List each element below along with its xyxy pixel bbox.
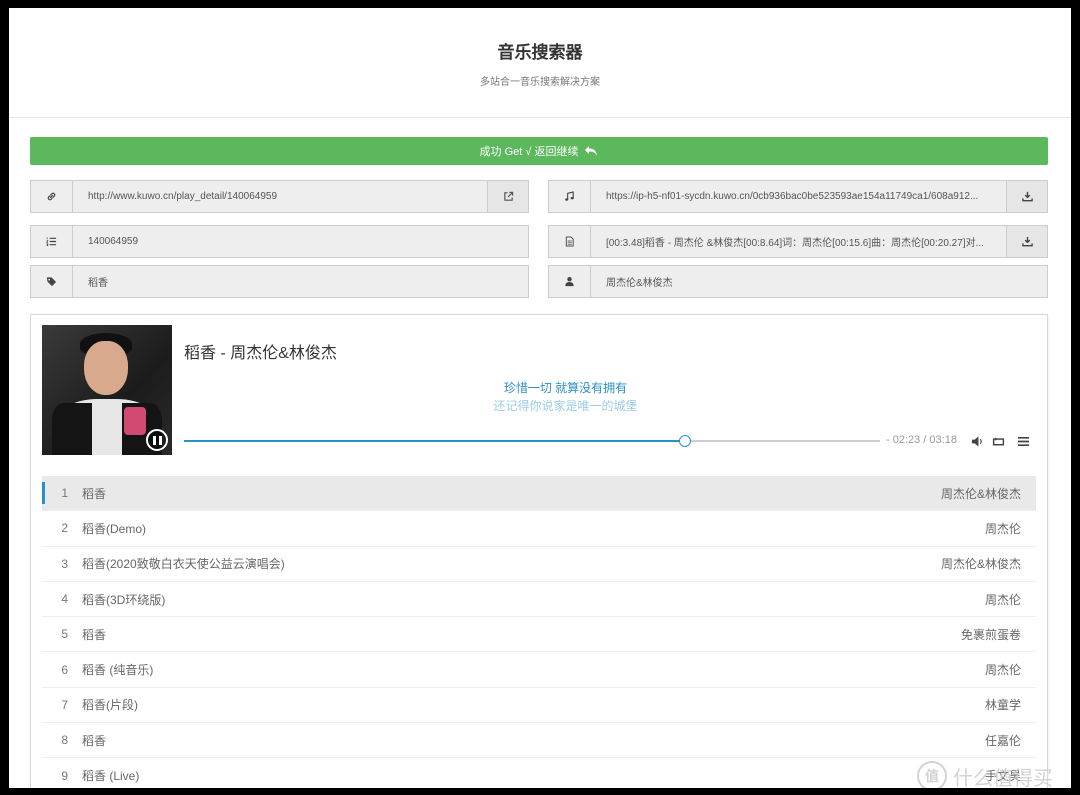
track-name: 稻香 (纯音乐) <box>82 663 154 678</box>
link-field: http://www.kuwo.cn/play_detail/140064959 <box>30 180 529 213</box>
watermark-logo: 值 <box>917 761 947 788</box>
playlist-row[interactable]: 4 稻香(3D环绕版) 周杰伦 <box>42 582 1036 618</box>
music-url-value[interactable]: https://ip-h5-nf01-sycdn.kuwo.cn/0cb936b… <box>591 181 1006 212</box>
success-label: 成功 Get √ 返回继续 <box>479 146 579 158</box>
song-id-field: 140064959 <box>30 225 529 258</box>
track-number: 4 <box>61 592 68 607</box>
open-link-button[interactable] <box>487 181 528 212</box>
now-playing-title: 稻香 - 周杰伦&林俊杰 <box>184 345 337 362</box>
track-artist: 林童学 <box>984 698 1021 713</box>
success-back-button[interactable]: 成功 Get √ 返回继续 <box>30 137 1048 165</box>
download-icon <box>1021 236 1033 247</box>
watermark: 值 什么值得买 <box>917 761 1071 788</box>
music-note-icon <box>549 181 591 212</box>
link-value[interactable]: http://www.kuwo.cn/play_detail/140064959 <box>73 181 487 212</box>
playlist-row[interactable]: 1 稻香 周杰伦&林俊杰 <box>42 476 1036 512</box>
music-player: 稻香 - 周杰伦&林俊杰 珍惜一切 就算没有拥有 还记得你说家是唯一的城堡 - … <box>30 314 1048 788</box>
song-name-value[interactable]: 稻香 <box>73 266 528 297</box>
page: 音乐搜索器 多站合一音乐搜索解决方案 成功 Get √ 返回继续 http://… <box>9 8 1071 788</box>
track-number: 8 <box>61 733 68 748</box>
song-id-value[interactable]: 140064959 <box>73 226 528 257</box>
menu-icon <box>1017 436 1029 446</box>
playlist-row[interactable]: 6 稻香 (纯音乐) 周杰伦 <box>42 652 1036 688</box>
track-name: 稻香 (Live) <box>82 769 140 784</box>
loop-icon <box>992 436 1004 445</box>
progress-fill <box>184 440 686 442</box>
download-lyrics-button[interactable] <box>1006 226 1047 257</box>
track-artist: 周杰伦 <box>984 521 1021 536</box>
playlist: 1 稻香 周杰伦&林俊杰 2 稻香(Demo) 周杰伦 3 稻香(2020致敬白衣天使公益云演… <box>42 476 1036 788</box>
download-icon <box>1021 191 1033 202</box>
track-number: 3 <box>61 556 68 571</box>
playlist-row[interactable]: 3 稻香(2020致敬白衣天使公益云演唱会) 周杰伦&林俊杰 <box>42 547 1036 582</box>
track-name: 稻香(片段) <box>82 698 138 713</box>
track-artist: 周杰伦&林俊杰 <box>940 486 1021 501</box>
track-name: 稻香 <box>82 486 107 501</box>
list-ol-icon <box>31 226 73 257</box>
artist-value[interactable]: 周杰伦&林俊杰 <box>591 266 1047 297</box>
link-icon <box>31 181 73 212</box>
lyrics-field: [00:3.48]稻香 - 周杰伦 &林俊杰[00:8.64]词：周杰伦[00:… <box>548 225 1048 258</box>
playlist-row[interactable]: 7 稻香(片段) 林童学 <box>42 688 1036 724</box>
track-artist: 周杰伦 <box>984 663 1021 678</box>
file-text-icon <box>549 226 591 257</box>
track-number: 7 <box>61 697 68 712</box>
lyric-current-line: 珍惜一切 就算没有拥有 <box>503 381 628 395</box>
page-subtitle: 多站合一音乐搜索解决方案 <box>480 77 600 88</box>
track-number: 9 <box>61 768 68 783</box>
track-name: 稻香(3D环绕版) <box>82 592 166 607</box>
track-name: 稻香(Demo) <box>82 521 147 536</box>
download-music-button[interactable] <box>1006 181 1047 212</box>
song-name-field: 稻香 <box>30 265 529 298</box>
track-artist: 周杰伦&林俊杰 <box>940 557 1021 572</box>
loop-button[interactable] <box>990 434 1006 448</box>
reply-arrow-icon <box>585 146 598 156</box>
progress-bar[interactable] <box>184 435 880 447</box>
track-number: 1 <box>61 486 68 501</box>
artist-field: 周杰伦&林俊杰 <box>548 265 1048 298</box>
volume-icon <box>971 435 982 447</box>
lyric-next-line: 还记得你说家是唯一的城堡 <box>493 399 638 413</box>
track-name: 稻香(2020致敬白衣天使公益云演唱会) <box>82 557 285 572</box>
track-number: 5 <box>61 627 68 642</box>
playlist-row[interactable]: 2 稻香(Demo) 周杰伦 <box>42 511 1036 547</box>
user-icon <box>549 266 591 297</box>
header: 音乐搜索器 多站合一音乐搜索解决方案 <box>9 8 1071 118</box>
volume-button[interactable] <box>970 434 984 448</box>
track-artist: 任嘉伦 <box>984 733 1021 748</box>
track-artist: 周杰伦 <box>984 592 1021 607</box>
track-number: 6 <box>61 662 68 677</box>
external-link-icon <box>503 191 513 201</box>
lyrics-value[interactable]: [00:3.48]稻香 - 周杰伦 &林俊杰[00:8.64]词：周杰伦[00:… <box>591 226 1006 257</box>
playlist-row[interactable]: 9 稻香 (Live) 手文昊 <box>42 758 1036 788</box>
album-cover[interactable] <box>42 325 172 455</box>
track-name: 稻香 <box>82 733 107 748</box>
music-url-field: https://ip-h5-nf01-sycdn.kuwo.cn/0cb936b… <box>548 180 1048 213</box>
time-display: - 02:23 / 03:18 <box>886 434 957 446</box>
progress-knob[interactable] <box>679 435 692 447</box>
tag-icon <box>31 266 73 297</box>
playlist-row[interactable]: 8 稻香 任嘉伦 <box>42 723 1036 759</box>
playlist-menu-button[interactable] <box>1016 434 1030 448</box>
pause-icon[interactable] <box>146 429 168 451</box>
playlist-row[interactable]: 5 稻香 免裹煎蛋卷 <box>42 617 1036 653</box>
page-title: 音乐搜索器 <box>497 43 583 62</box>
track-name: 稻香 <box>82 627 107 642</box>
watermark-text: 什么值得买 <box>953 767 1053 789</box>
track-number: 2 <box>61 521 68 536</box>
track-artist: 免裹煎蛋卷 <box>960 627 1021 642</box>
